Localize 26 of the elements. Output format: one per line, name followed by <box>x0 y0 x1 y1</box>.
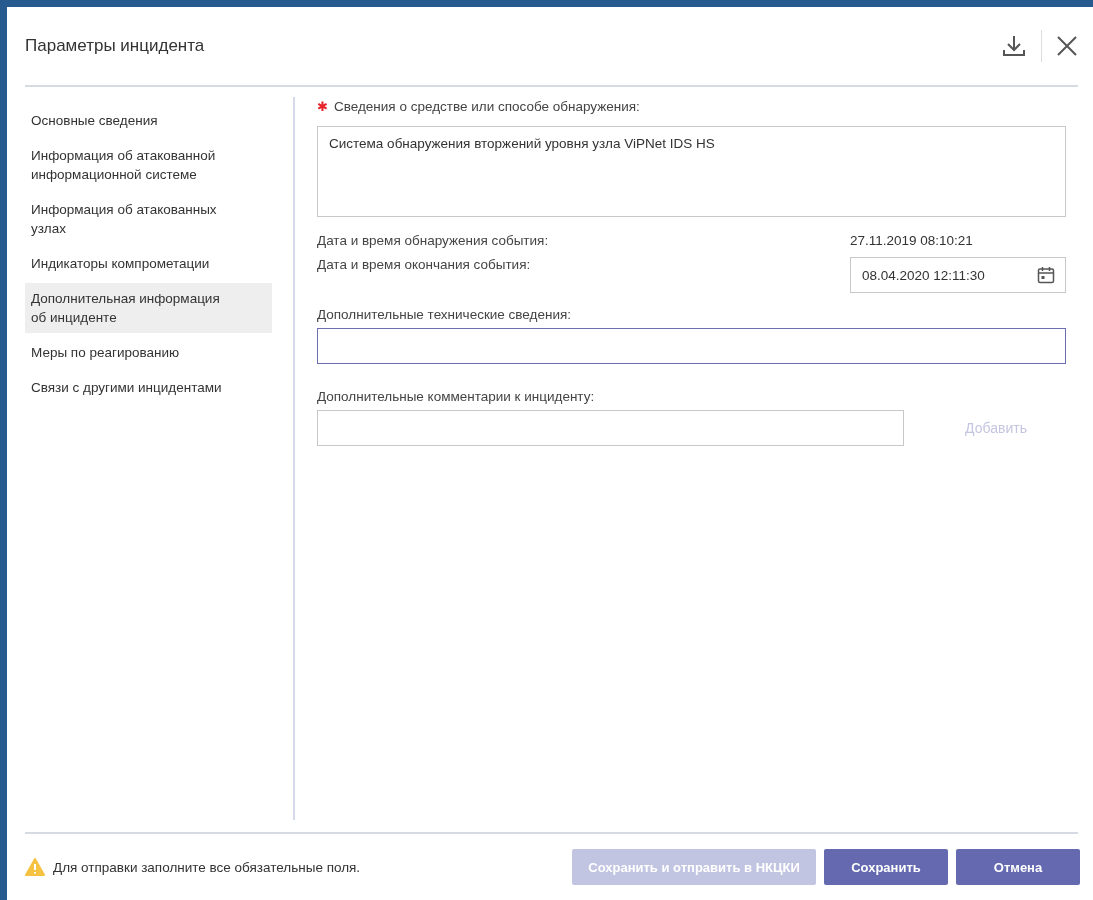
text-area[interactable]: Система обнаружения вторжений уровня узла ViPNet IDS HS <box>317 126 1066 217</box>
footer-button[interactable]: Отмена <box>956 849 1080 885</box>
sidebar-item[interactable]: Информация об атакованной информационной системе <box>25 140 272 190</box>
required-mark: ✱ <box>317 98 328 114</box>
download-icon[interactable] <box>1001 33 1027 59</box>
sidebar-item[interactable]: Информация об атакованных узлах <box>25 194 272 244</box>
field-label: Дополнительные технические сведения: <box>317 307 573 322</box>
input-field[interactable] <box>317 410 904 446</box>
sidebar-item[interactable]: Меры по реагированию <box>25 337 272 368</box>
sidebar-item[interactable]: Дополнительная информация об инциденте <box>25 283 272 333</box>
sidebar-item[interactable]: Индикаторы компрометации <box>25 248 272 279</box>
footer-button[interactable]: Сохранить <box>824 849 948 885</box>
field-label: Дополнительные комментарии к инциденту: <box>317 389 596 404</box>
date-value: 27.11.2019 08:10:21 <box>850 232 974 248</box>
sidebar-item[interactable]: Основные сведения <box>25 105 272 136</box>
dialog-title: Параметры инцидента <box>25 36 205 56</box>
input-field[interactable] <box>317 328 1066 364</box>
close-icon[interactable] <box>1056 35 1078 57</box>
sidebar-item[interactable]: Связи с другими инцидентами <box>25 372 272 403</box>
warning-icon <box>25 858 45 876</box>
calendar-icon[interactable] <box>1037 266 1055 284</box>
field-label: Дата и время окончания события: <box>317 257 531 272</box>
field-label: Дата и время обнаружения события: <box>317 232 549 248</box>
field-label: Сведения о средстве или способе обнаружения: <box>334 98 640 114</box>
warning-text: Для отправки заполните все обязательные поля. <box>53 859 361 875</box>
date-field[interactable]: 08.04.2020 12:11:30 <box>850 257 1066 293</box>
